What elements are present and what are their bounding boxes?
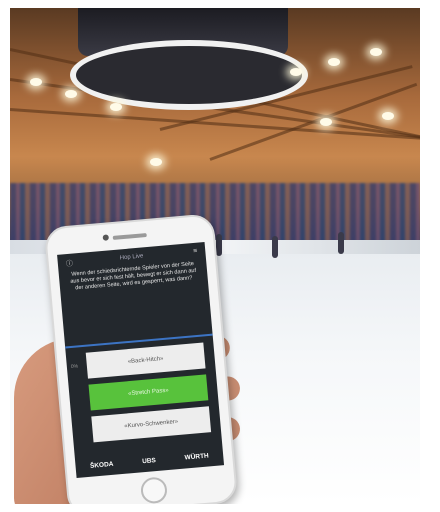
arena-photo: ⓘ Hop Live ≡ Wenn der schiedsrichternde … bbox=[10, 8, 420, 504]
player bbox=[272, 236, 278, 258]
front-camera bbox=[102, 234, 110, 241]
answer-option-2-selected[interactable]: «Stretch Pass» bbox=[88, 374, 209, 411]
player bbox=[338, 232, 344, 254]
sponsor-bar: ŠKODA UBS WÜRTH bbox=[75, 445, 224, 476]
arena-light bbox=[65, 90, 77, 98]
player bbox=[216, 234, 222, 256]
menu-icon[interactable]: ≡ bbox=[193, 248, 198, 255]
sponsor-logo: ŠKODA bbox=[89, 460, 114, 470]
arena-light bbox=[320, 118, 332, 126]
phone-screen: ⓘ Hop Live ≡ Wenn der schiedsrichternde … bbox=[57, 241, 225, 479]
arena-light bbox=[110, 103, 122, 111]
scoreboard-ring bbox=[70, 40, 308, 110]
question-text: Wenn der schiedsrichternde Spieler von d… bbox=[70, 261, 197, 292]
arena-light bbox=[30, 78, 42, 86]
answer-option-3[interactable]: «Kurvo-Schwenker» bbox=[91, 406, 212, 443]
home-button[interactable] bbox=[139, 476, 169, 504]
arena-light bbox=[382, 112, 394, 120]
sponsor-logo: WÜRTH bbox=[184, 451, 210, 462]
arena-light bbox=[328, 58, 340, 66]
sponsor-logo: UBS bbox=[141, 456, 157, 465]
earpiece-speaker bbox=[112, 233, 147, 240]
option-percent: 0% bbox=[70, 363, 79, 371]
arena-light bbox=[290, 68, 302, 76]
arena-light bbox=[150, 158, 162, 166]
arena-light bbox=[370, 48, 382, 56]
smartphone: ⓘ Hop Live ≡ Wenn der schiedsrichternde … bbox=[43, 213, 239, 504]
answer-option-1[interactable]: «Back-Hitch» bbox=[85, 342, 206, 379]
